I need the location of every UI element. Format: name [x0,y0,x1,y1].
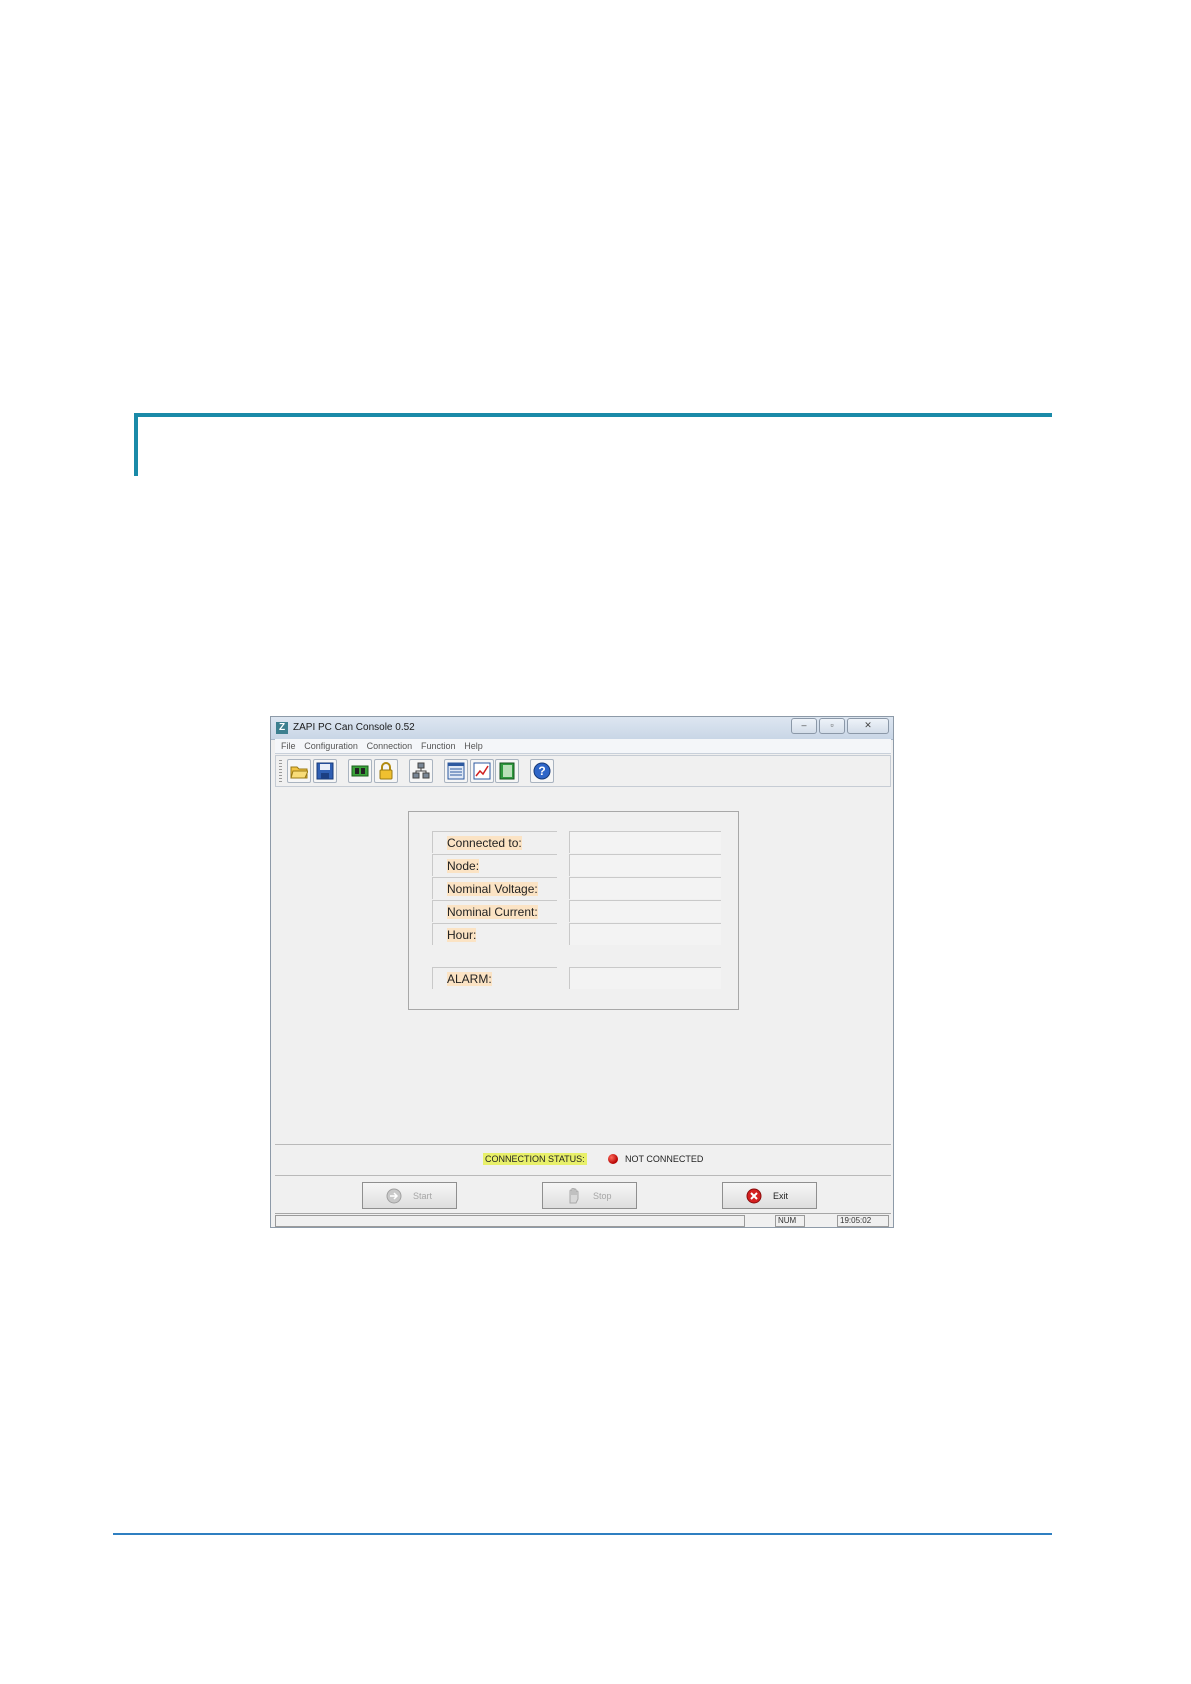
connection-status-strip: CONNECTION STATUS: NOT CONNECTED [275,1144,891,1176]
toolbar-grip[interactable] [279,760,282,782]
lock-button[interactable] [374,759,398,783]
menu-function[interactable]: Function [421,739,456,753]
menu-help[interactable]: Help [464,739,483,753]
window-title: ZAPI PC Can Console 0.52 [293,722,415,733]
network-icon [412,762,430,779]
menu-file[interactable]: File [281,739,296,753]
circuit-board-icon [351,765,369,777]
start-button[interactable]: Start [362,1182,457,1209]
network-button[interactable] [409,759,433,783]
info-label: Hour: [432,923,557,945]
menu-connection[interactable]: Connection [367,739,413,753]
exit-button[interactable]: Exit [722,1182,817,1209]
open-folder-icon [290,766,308,779]
window-controls: – ▫ ✕ [789,718,889,734]
help-button[interactable]: ? [530,759,554,783]
info-value-hour [569,923,721,945]
list-window-icon [447,762,465,780]
document-accent-rule-left [134,413,138,476]
info-row-nominal-voltage: Nominal Voltage: [432,877,724,899]
info-row-hour: Hour: [432,923,724,945]
start-arrow-icon [386,1188,402,1204]
book-button[interactable] [495,759,519,783]
status-led-icon [608,1154,618,1164]
close-button[interactable]: ✕ [847,718,889,734]
info-label: Nominal Voltage: [432,877,557,899]
info-value-alarm [569,967,721,989]
document-footer-rule [113,1533,1052,1535]
info-row-nominal-current: Nominal Current: [432,900,724,922]
book-icon [499,762,515,780]
connection-status-label: CONNECTION STATUS: [483,1153,587,1165]
chart-button[interactable] [470,759,494,783]
save-disk-icon [316,762,334,780]
help-icon: ? [533,762,551,780]
save-button[interactable] [313,759,337,783]
info-value-node [569,854,721,876]
controller-info-panel: Connected to: Node: Nominal Voltage: Nom… [408,811,739,1010]
chart-icon [473,762,491,780]
start-button-label: Start [413,1191,433,1201]
status-clock: 19:05:02 [837,1215,889,1227]
info-label: Connected to: [432,831,557,853]
info-row-connected-to: Connected to: [432,831,724,853]
exit-button-label: Exit [773,1191,789,1201]
minimize-button[interactable]: – [791,718,817,734]
open-button[interactable] [287,759,311,783]
num-lock-indicator: NUM [775,1215,805,1227]
info-row-alarm: ALARM: [432,967,724,989]
info-label: Nominal Current: [432,900,557,922]
info-value-connected-to [569,831,721,853]
svg-text:?: ? [538,764,545,778]
app-window: Z ZAPI PC Can Console 0.52 – ▫ ✕ File Co… [270,716,894,1228]
list-window-button[interactable] [444,759,468,783]
status-bar-message-pane [275,1215,745,1227]
info-label: ALARM: [432,967,557,989]
info-value-nominal-voltage [569,877,721,899]
stop-button[interactable]: Stop [542,1182,637,1209]
info-row-node: Node: [432,854,724,876]
connection-status-value: NOT CONNECTED [625,1154,704,1164]
info-value-nominal-current [569,900,721,922]
hardware-button[interactable] [348,759,372,783]
maximize-button[interactable]: ▫ [819,718,845,734]
status-bar: NUM 19:05:02 [275,1213,891,1228]
title-bar[interactable]: Z ZAPI PC Can Console 0.52 – ▫ ✕ [271,717,893,740]
stop-hand-icon [569,1188,579,1204]
info-label: Node: [432,854,557,876]
toolbar: ? [275,755,891,787]
stop-button-label: Stop [593,1191,612,1201]
menu-configuration[interactable]: Configuration [304,739,358,753]
menu-bar: File Configuration Connection Function H… [275,739,891,754]
document-accent-rule-top [134,413,1052,417]
exit-close-icon [746,1188,762,1204]
app-logo-icon: Z [276,722,288,734]
lock-icon [379,762,393,780]
